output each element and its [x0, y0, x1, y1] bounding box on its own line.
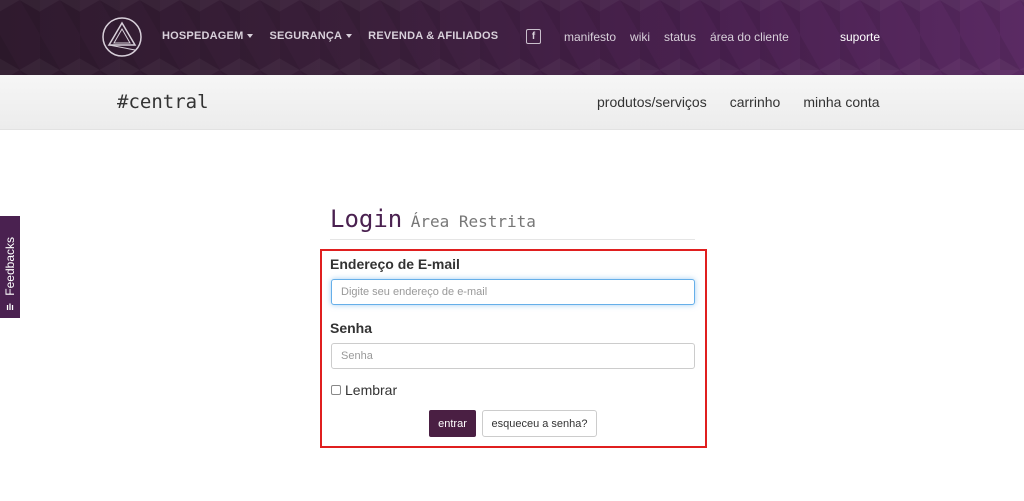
remember-label[interactable]: Lembrar — [345, 382, 397, 398]
email-placeholder: Digite seu endereço de e-mail — [341, 286, 488, 298]
facebook-icon[interactable]: f — [526, 29, 541, 44]
login-header: Login Área Restrita — [330, 205, 695, 240]
nav-item-manifesto[interactable]: manifesto — [564, 30, 616, 44]
nav-item-status[interactable]: status — [664, 30, 696, 44]
feedback-bars-icon: ılı — [6, 302, 14, 312]
nav-item-seguranca[interactable]: SEGURANÇA — [269, 30, 353, 42]
feedback-tab[interactable]: Feedbacks ılı — [0, 216, 20, 318]
remember-checkbox[interactable] — [331, 385, 341, 395]
top-navbar: HOSPEDAGEM SEGURANÇA REVENDA & AFILIADOS… — [0, 0, 1024, 75]
nav-item-hospedagem[interactable]: HOSPEDAGEM — [162, 30, 254, 42]
nav-item-carrinho[interactable]: carrinho — [730, 94, 781, 110]
secondary-nav: manifesto wiki status área do cliente — [564, 30, 789, 44]
nav-item-suporte[interactable]: suporte — [840, 30, 880, 44]
login-submit-button[interactable]: entrar — [429, 410, 476, 437]
email-label: Endereço de E-mail — [330, 256, 460, 272]
password-label: Senha — [330, 320, 373, 336]
email-field[interactable]: Digite seu endereço de e-mail — [331, 279, 695, 305]
sub-nav-links: produtos/serviços carrinho minha conta — [597, 94, 880, 110]
nav-item-wiki[interactable]: wiki — [630, 30, 650, 44]
sub-navbar: #central produtos/serviços carrinho minh… — [0, 75, 1024, 130]
page-title: Login — [330, 205, 403, 233]
forgot-password-button[interactable]: esqueceu a senha? — [482, 410, 597, 437]
nav-item-minha-conta[interactable]: minha conta — [803, 94, 879, 110]
feedback-label: Feedbacks — [3, 237, 17, 296]
triangle-logo-icon[interactable] — [101, 16, 143, 58]
page-subtitle: Área Restrita — [410, 212, 536, 231]
remember-row: Lembrar — [331, 382, 397, 398]
brand-title[interactable]: #central — [117, 91, 209, 113]
caret-down-icon — [346, 34, 353, 38]
nav-item-produtos[interactable]: produtos/serviços — [597, 94, 707, 110]
password-placeholder: Senha — [341, 350, 373, 362]
password-field[interactable]: Senha — [331, 343, 695, 369]
nav-item-area-cliente[interactable]: área do cliente — [710, 30, 789, 44]
caret-down-icon — [247, 34, 254, 38]
primary-nav: HOSPEDAGEM SEGURANÇA REVENDA & AFILIADOS — [162, 30, 498, 42]
nav-item-revenda[interactable]: REVENDA & AFILIADOS — [368, 30, 498, 42]
